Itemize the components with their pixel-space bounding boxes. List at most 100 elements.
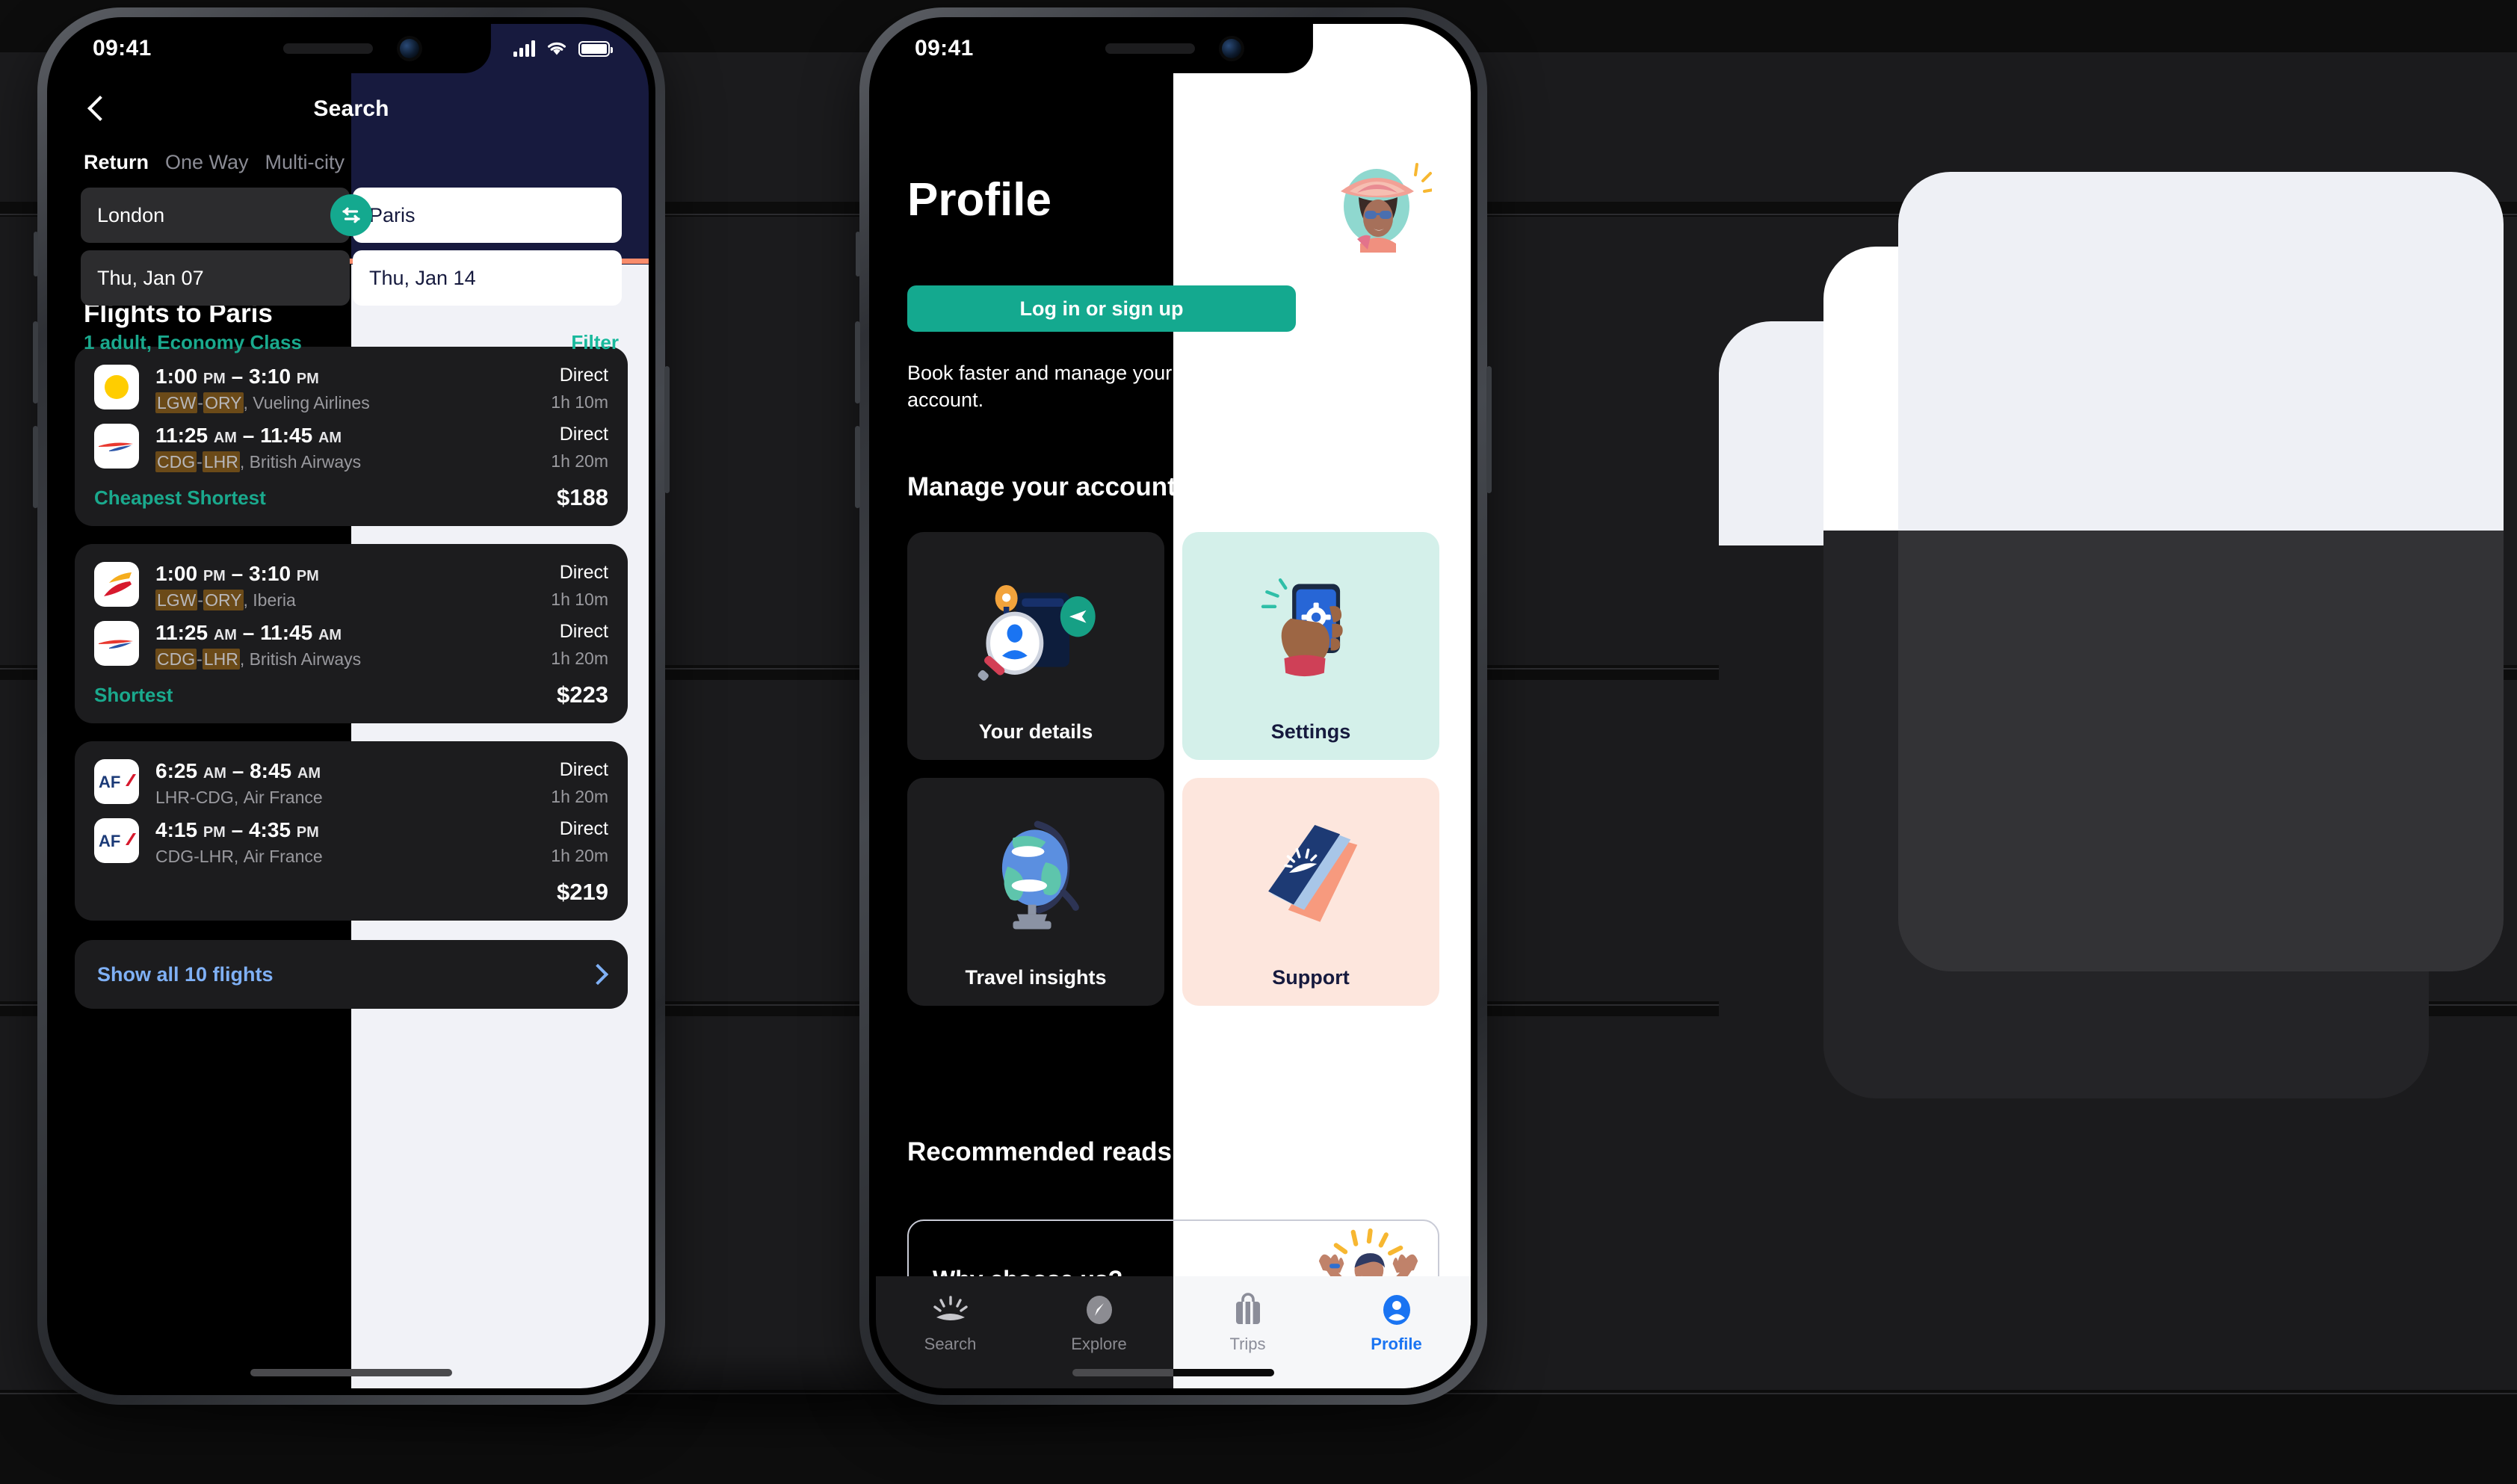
stops-label: Direct — [559, 818, 608, 839]
account-card-label: Your details — [978, 720, 1093, 743]
date-field-row: Thu, Jan 07 Thu, Jan 14 — [54, 250, 649, 306]
stops-label: Direct — [559, 424, 608, 445]
leg-details: 1:00 PM – 3:10 PM LGW-ORY, Vueling Airli… — [155, 365, 534, 413]
svg-text:AF: AF — [99, 773, 120, 791]
cellular-bars-icon — [1335, 40, 1357, 57]
arrive-ampm: AM — [318, 430, 342, 446]
account-card-settings[interactable]: Settings — [1182, 532, 1439, 760]
tab-one-way[interactable]: One Way — [165, 151, 249, 174]
time-dash: – — [231, 562, 244, 585]
passenger-class-button[interactable]: 1 adult, Economy Class — [84, 331, 302, 354]
origin-input[interactable]: London — [81, 188, 350, 243]
volume-up-button[interactable] — [855, 321, 860, 404]
flight-card[interactable]: 1:00 PM – 3:10 PM LGW-ORY, Iberia Direct… — [75, 544, 628, 723]
status-icons — [513, 40, 613, 57]
leg-times: 11:25 AM – 11:45 AM — [155, 424, 534, 448]
airline-name: Iberia — [253, 590, 296, 610]
tab-multi-city[interactable]: Multi-city — [265, 151, 345, 174]
arrive-ampm: PM — [296, 568, 319, 584]
mute-switch[interactable] — [34, 232, 38, 276]
home-indicator[interactable] — [1072, 1369, 1274, 1376]
globe-icon — [907, 800, 1164, 950]
air-france-logo: AF — [94, 818, 139, 863]
volume-up-button[interactable] — [33, 321, 38, 404]
home-indicator[interactable] — [250, 1369, 452, 1376]
status-bar: 09:41 — [54, 24, 649, 73]
wifi-icon — [548, 42, 566, 55]
leg-times: 4:15 PM – 4:35 PM — [155, 818, 534, 842]
arrive-time: 8:45 — [250, 759, 292, 782]
leg-details: 1:00 PM – 3:10 PM LGW-ORY, Iberia — [155, 562, 534, 610]
flight-card[interactable]: 1:00 PM – 3:10 PM LGW-ORY, Vueling Airli… — [75, 347, 628, 526]
show-all-flights-button[interactable]: Show all 10 flights — [75, 940, 628, 1009]
phone-device-search: 09:41 Search Return One Way Multi-city L… — [33, 7, 670, 1405]
destination-input[interactable]: Paris — [353, 188, 622, 243]
stops-label: Direct — [559, 759, 608, 780]
price-label: $223 — [557, 681, 608, 708]
airline-name: Air France — [243, 847, 323, 866]
account-card-support[interactable]: Support — [1182, 778, 1439, 1006]
arrive-time: 11:45 — [260, 424, 313, 447]
destination-code: LHR — [199, 847, 234, 866]
destination-code: LHR — [202, 649, 240, 670]
account-card-your-details[interactable]: Your details — [907, 532, 1164, 760]
destination-code: ORY — [203, 590, 244, 610]
power-button[interactable] — [664, 366, 670, 493]
status-badge: Cheapest Shortest — [94, 486, 266, 509]
leg-details: 4:15 PM – 4:35 PM CDG-LHR, Air France — [155, 818, 534, 867]
british-airways-logo — [94, 424, 139, 469]
show-all-label: Show all 10 flights — [97, 962, 274, 986]
iberia-logo — [94, 562, 139, 607]
arrive-ampm: AM — [318, 627, 342, 643]
account-cards-grid: Your details Settings Travel insights Su… — [907, 532, 1439, 1006]
wifi-icon — [1370, 42, 1388, 55]
volume-down-button[interactable] — [855, 426, 860, 508]
depart-time: 6:25 — [155, 759, 198, 782]
page-title: Profile — [907, 174, 1051, 226]
status-bar: 09:41 — [876, 24, 1471, 73]
swap-arrows-icon[interactable] — [330, 194, 372, 236]
login-signup-button[interactable]: Log in or sign up — [907, 285, 1296, 332]
arrive-time: 4:35 — [248, 818, 291, 841]
person-circle-icon — [1380, 1293, 1413, 1327]
arrive-ampm: PM — [296, 371, 319, 387]
leg-route: LGW-ORY, Iberia — [155, 590, 534, 610]
depart-time: 1:00 — [155, 365, 198, 388]
chevron-right-icon — [587, 963, 609, 986]
destination-code: ORY — [203, 392, 244, 413]
duration-label: 1h 10m — [551, 590, 608, 609]
sunrise-icon — [933, 1293, 968, 1327]
leg-summary: Direct 1h 20m — [551, 424, 608, 472]
origin-code: CDG — [155, 847, 194, 866]
flight-card[interactable]: AF 6:25 AM – 8:45 AM LHR-CDG, Air France… — [75, 741, 628, 921]
leg-summary: Direct 1h 20m — [551, 759, 608, 807]
depart-date-input[interactable]: Thu, Jan 07 — [81, 250, 350, 306]
power-button[interactable] — [1486, 366, 1492, 493]
return-date-input[interactable]: Thu, Jan 14 — [353, 250, 622, 306]
duration-label: 1h 20m — [551, 787, 608, 806]
filter-button[interactable]: Filter — [571, 331, 619, 354]
volume-down-button[interactable] — [33, 426, 38, 508]
depart-time: 11:25 — [155, 424, 209, 447]
depart-ampm: PM — [203, 824, 226, 841]
arrive-time: 11:45 — [260, 621, 313, 644]
route-sep: - — [190, 788, 196, 807]
svg-text:AF: AF — [99, 832, 120, 850]
comma: , — [243, 590, 253, 610]
profile-screen-content: Profile Log in or sign up Book faster an… — [876, 24, 1471, 1388]
account-card-label: Settings — [1270, 720, 1351, 743]
battery-icon — [578, 40, 613, 57]
destination-code: CDG — [195, 788, 234, 807]
price-label: $219 — [557, 879, 608, 905]
comma: , — [233, 847, 244, 866]
route-sep: - — [197, 649, 203, 669]
leg-route: LGW-ORY, Vueling Airlines — [155, 392, 534, 413]
account-card-travel-insights[interactable]: Travel insights — [907, 778, 1164, 1006]
tab-profile[interactable]: Profile — [1322, 1276, 1471, 1388]
origin-code: LHR — [155, 788, 191, 807]
tab-return[interactable]: Return — [84, 151, 149, 174]
mute-switch[interactable] — [856, 232, 860, 276]
battery-icon — [1400, 40, 1435, 57]
account-card-label: Support — [1272, 966, 1350, 989]
tab-search[interactable]: Search — [876, 1276, 1025, 1388]
